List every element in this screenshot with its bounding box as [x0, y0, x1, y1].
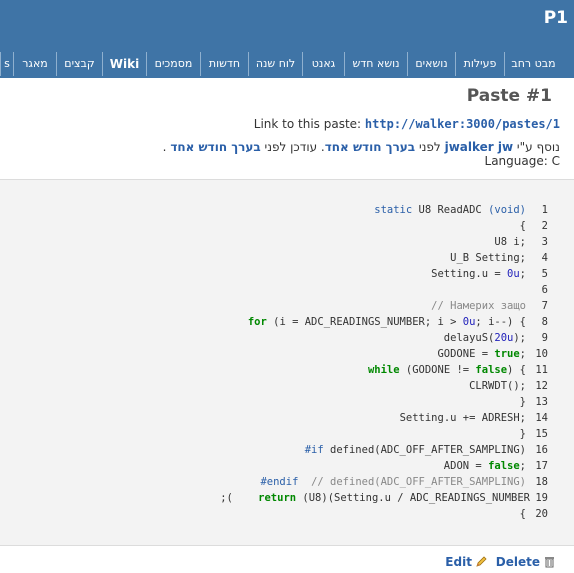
tab-issues[interactable]: נושאים — [407, 52, 455, 76]
line-number: 11 — [535, 364, 548, 376]
tab-underline — [0, 76, 574, 78]
line-number: 16 — [535, 444, 548, 456]
line-number: 13 — [535, 396, 548, 408]
line-number: 7 — [541, 300, 548, 312]
tab-files[interactable]: קבצים — [56, 52, 102, 76]
code-line: delayuS(20u); — [443, 332, 526, 344]
tab-activity[interactable]: פעילות — [455, 52, 504, 76]
tab-calendar[interactable]: לוח שנה — [248, 52, 302, 76]
tab-gantt[interactable]: גאנט — [302, 52, 344, 76]
code-block: static U8 ReadADC (void) { U8 i; U_B Set… — [0, 179, 574, 546]
line-number: 12 — [535, 380, 548, 392]
end-dot: . — [162, 140, 167, 154]
code-line: #if defined(ADC_OFF_AFTER_SAMPLING) — [304, 444, 526, 456]
line-number: 10 — [535, 348, 548, 360]
line-number: 6 — [541, 284, 548, 296]
added-time-link[interactable]: בערך חודש אחד — [325, 140, 415, 154]
author-link[interactable]: jwalker jw — [445, 140, 514, 154]
line-number: 9 — [541, 332, 548, 344]
language-label: Language: — [484, 154, 548, 168]
paste-info: נוסף ע"י jwalker jw לפני בערך חודש אחד. … — [163, 140, 560, 154]
code-line: { — [519, 508, 526, 520]
line-number: 1 — [541, 204, 548, 216]
code-line: for (i = ADC_READINGS_NUMBER; i > 0u; i-… — [247, 316, 526, 328]
tab-overview[interactable]: מבט רחב — [504, 52, 562, 76]
line-number: 8 — [541, 316, 548, 328]
code-line: while (GODONE != false) { — [367, 364, 526, 376]
tab-settings[interactable]: s — [0, 52, 13, 76]
permalink-label: Link to this paste: — [253, 117, 362, 131]
code-line: } — [519, 428, 526, 440]
line-number: 20 — [535, 508, 548, 520]
before-word: לפני — [418, 140, 441, 154]
code-line: GODONE = true; — [437, 348, 526, 360]
line-number: 17 — [535, 460, 548, 472]
line-number: 3 — [541, 236, 548, 248]
permalink-line: Link to this paste: http://walker:3000/p… — [254, 117, 560, 131]
code-line: Setting.u += ADRESH; — [399, 412, 526, 424]
permalink-url[interactable]: http://walker:3000/pastes/1 — [365, 117, 560, 131]
language-value: C — [551, 154, 560, 168]
line-number: 15 — [535, 428, 548, 440]
code-line: static U8 ReadADC (void) — [374, 204, 526, 216]
tab-news[interactable]: חדשות — [200, 52, 248, 76]
page-title: Paste #1 — [466, 86, 552, 106]
project-identifier: P1 — [543, 8, 568, 28]
updated-time-link[interactable]: בערך חודש אחד — [170, 140, 260, 154]
tab-documents[interactable]: מסמכים — [146, 52, 200, 76]
code-line: U_B Setting; — [450, 252, 526, 264]
line-number: 14 — [535, 412, 548, 424]
code-line: ;( return (U8)(Setting.u / ADC_READINGS_… — [220, 492, 530, 504]
line-number: 2 — [541, 220, 548, 232]
edit-link[interactable]: Edit — [445, 555, 492, 569]
code-line: { — [519, 220, 526, 232]
tab-repository[interactable]: מאגר — [13, 52, 56, 76]
updated-label: . עודכן לפני — [264, 140, 325, 154]
line-number: 19 — [535, 492, 548, 504]
tab-new-issue[interactable]: נושא חדש — [344, 52, 407, 76]
pencil-icon — [475, 555, 488, 568]
code-line: ADON = false; — [443, 460, 526, 472]
trash-icon — [543, 555, 556, 568]
added-by-label: נוסף ע"י — [516, 140, 560, 154]
line-number: 5 — [541, 268, 548, 280]
main-menu: מבט רחב פעילות נושאים נושא חדש גאנט לוח … — [0, 52, 574, 77]
line-number: 4 — [541, 252, 548, 264]
delete-link[interactable]: Delete — [496, 555, 560, 569]
code-line: // Намерих защо — [431, 300, 526, 312]
header-bar: P1 — [0, 0, 574, 52]
code-line: Setting.u = 0u; — [431, 268, 526, 280]
tab-wiki[interactable]: Wiki — [102, 52, 146, 76]
code-line: } — [519, 396, 526, 408]
code-line: U8 i; — [494, 236, 526, 248]
paste-actions: Edit Delete — [445, 555, 560, 569]
line-number: 18 — [535, 476, 548, 488]
code-line: #endif // defined(ADC_OFF_AFTER_SAMPLING… — [260, 476, 526, 488]
code-line: CLRWDT(); — [469, 380, 526, 392]
language-line: Language: C — [485, 154, 560, 168]
